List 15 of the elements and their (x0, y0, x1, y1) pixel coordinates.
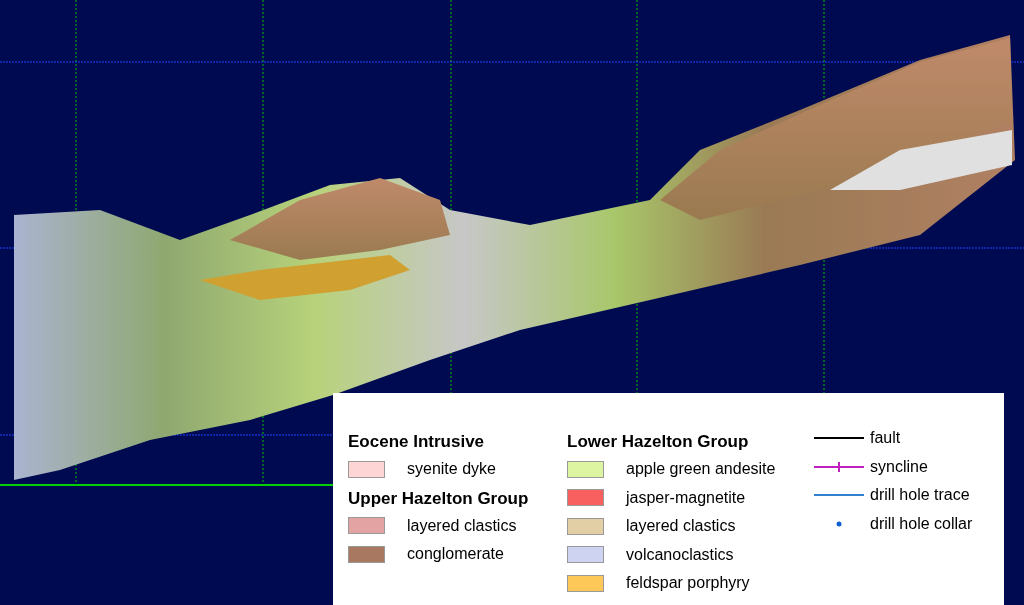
legend-label: drill hole collar (870, 514, 973, 533)
legend-label: syenite dyke (407, 460, 496, 479)
legend-label: feldspar porphyry (626, 574, 750, 593)
legend-label: apple green andesite (626, 460, 776, 479)
legend-label: fault (870, 429, 901, 448)
legend-label: syncline (870, 457, 928, 476)
legend-heading: Lower Hazelton Group (567, 431, 750, 453)
legend-heading: Upper Hazelton Group (348, 487, 530, 510)
legend-label: volcanoclastics (626, 545, 734, 564)
legend-label: jasper-magnetite (626, 488, 746, 507)
legend-label: drill hole trace (870, 486, 970, 505)
legend-label: conglomerate (407, 545, 504, 564)
legend-label: layered clastics (407, 516, 517, 535)
legend-label: layered clastics (626, 517, 736, 536)
legend-heading: Eocene Intrusive (348, 431, 486, 453)
